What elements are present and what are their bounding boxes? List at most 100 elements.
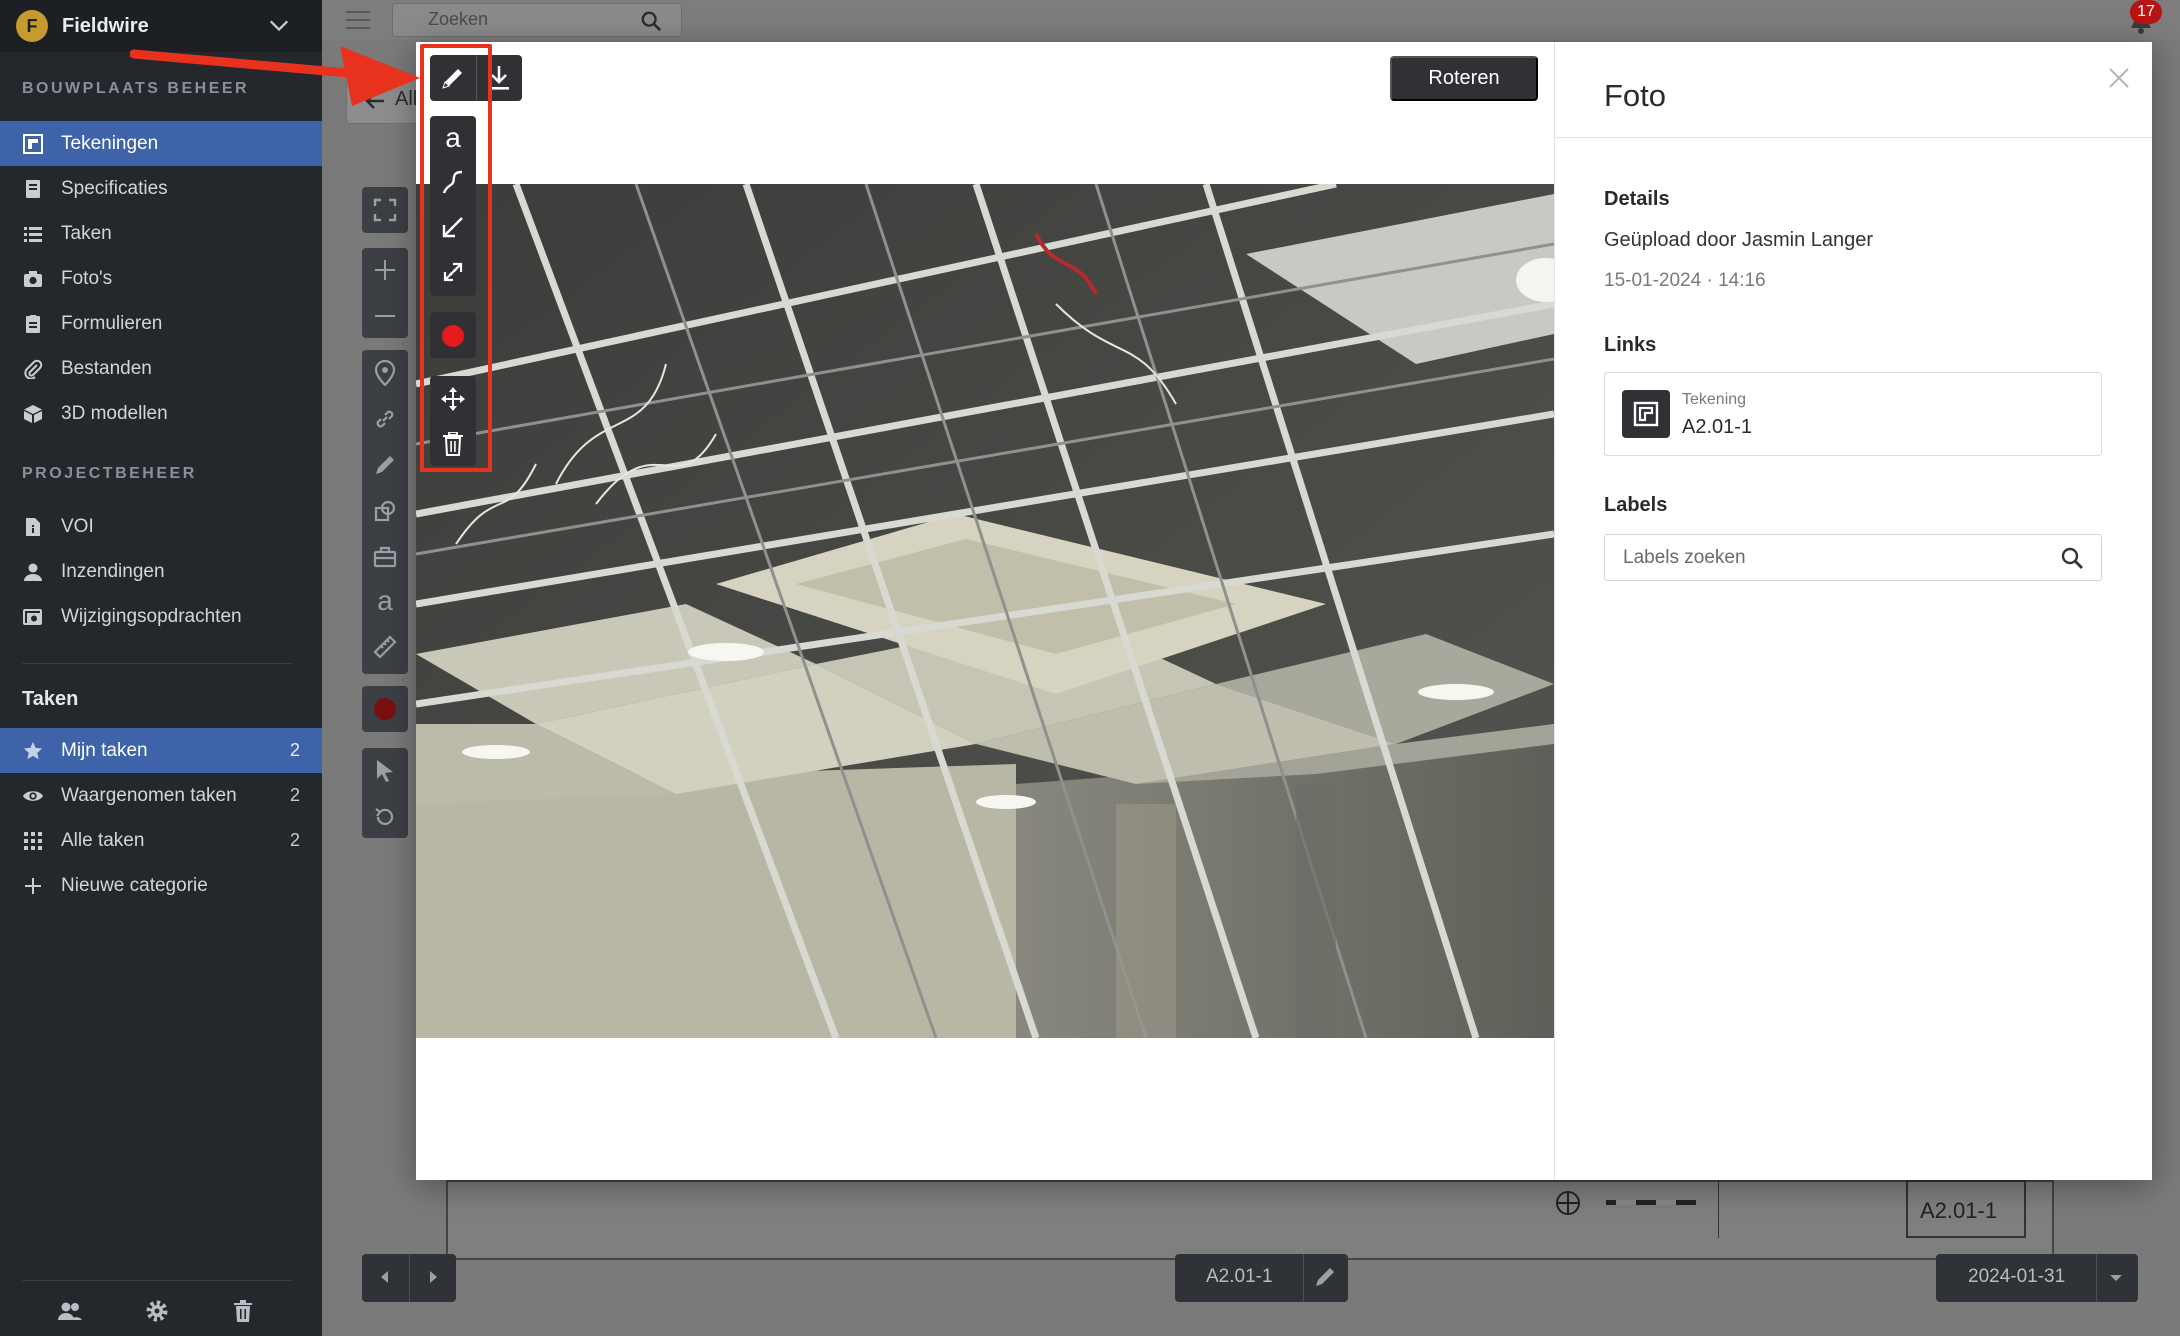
global-search-placeholder: Zoeken bbox=[428, 9, 489, 29]
sidebar-item-label: Alle taken bbox=[61, 829, 145, 851]
drawing-sheet-number: A2.01-1 bbox=[1920, 1198, 1998, 1223]
upload-date-text: 15-01-2024 · 14:16 bbox=[1604, 270, 1766, 291]
paperclip-icon bbox=[22, 358, 44, 380]
task-count: 2 bbox=[289, 785, 300, 805]
drawing-title-block-line bbox=[1718, 1180, 1719, 1238]
sidebar-item-forms[interactable]: Formulieren bbox=[0, 301, 322, 346]
sidebar-item-specifications[interactable]: Specificaties bbox=[0, 166, 322, 211]
cube-icon bbox=[22, 403, 44, 425]
linked-drawing-card[interactable] bbox=[1604, 372, 2102, 456]
link-icon[interactable] bbox=[372, 406, 398, 432]
drawing-sheet-frame bbox=[446, 1180, 2054, 1260]
sheet-selector-label: A2.01-1 bbox=[1206, 1266, 1273, 1287]
text-tool-icon[interactable]: a bbox=[372, 585, 398, 616]
sidebar-item-label: Formulieren bbox=[61, 312, 163, 334]
sidebar-item-tasks[interactable]: Taken bbox=[0, 211, 322, 256]
ruler-icon[interactable] bbox=[372, 634, 398, 660]
annotation-highlight-box bbox=[420, 44, 492, 472]
hamburger-menu-icon[interactable] bbox=[346, 10, 370, 30]
location-pin-icon[interactable] bbox=[372, 360, 398, 386]
red-pointer-arrow bbox=[130, 46, 420, 106]
sidebar-item-3d-models[interactable]: 3D modellen bbox=[0, 391, 322, 436]
star-icon bbox=[22, 740, 44, 762]
users-icon[interactable] bbox=[56, 1297, 84, 1325]
sidebar-item-label: Inzendingen bbox=[61, 560, 165, 582]
sidebar-item-drawings[interactable]: Tekeningen bbox=[0, 121, 322, 166]
panel-divider bbox=[1554, 42, 1555, 1180]
search-icon[interactable] bbox=[640, 10, 662, 32]
search-icon[interactable] bbox=[2060, 546, 2084, 570]
drawing-link-icon bbox=[1622, 390, 1670, 438]
close-icon[interactable] bbox=[2108, 67, 2130, 89]
sidebar-item-label: Foto's bbox=[61, 267, 113, 289]
drawings-icon bbox=[22, 133, 44, 155]
pencil-icon[interactable] bbox=[1313, 1265, 1337, 1289]
document-icon bbox=[22, 516, 44, 538]
fullscreen-icon[interactable] bbox=[372, 197, 398, 223]
sidebar-item-my-tasks[interactable]: Mijn taken 2 bbox=[0, 728, 322, 773]
sheet-selector-separator bbox=[1303, 1254, 1304, 1302]
date-selector-separator bbox=[2096, 1254, 2097, 1302]
sidebar-item-label: Mijn taken bbox=[61, 739, 148, 761]
labels-search-input[interactable] bbox=[1604, 534, 2102, 581]
task-count: 2 bbox=[289, 740, 300, 760]
select-cursor-icon[interactable] bbox=[372, 758, 398, 784]
next-sheet-icon[interactable] bbox=[422, 1266, 444, 1288]
pen-icon[interactable] bbox=[372, 452, 398, 478]
fieldwire-logo: F bbox=[16, 10, 48, 42]
person-icon bbox=[22, 561, 44, 583]
sidebar-item-submittals[interactable]: Inzendingen bbox=[0, 549, 322, 594]
gear-icon[interactable] bbox=[143, 1297, 171, 1325]
color-picker-icon[interactable] bbox=[372, 696, 398, 722]
panel-header-divider bbox=[1555, 137, 2152, 138]
sidebar-item-watched-tasks[interactable]: Waargenomen taken 2 bbox=[0, 773, 322, 818]
links-heading: Links bbox=[1604, 334, 1657, 356]
sidebar-item-label: Nieuwe categorie bbox=[61, 874, 208, 896]
sidebar-item-new-category[interactable]: Nieuwe categorie bbox=[0, 863, 322, 908]
grid-icon bbox=[22, 830, 44, 852]
app-name: Fieldwire bbox=[62, 14, 149, 37]
undo-icon[interactable] bbox=[372, 804, 398, 830]
section-project-management: PROJECTBEHEER bbox=[22, 465, 197, 482]
north-arrow-scale-icon bbox=[1556, 1191, 1696, 1215]
labels-heading: Labels bbox=[1604, 494, 1668, 516]
zoom-in-icon[interactable] bbox=[372, 257, 398, 283]
sidebar-item-label: Taken bbox=[61, 222, 112, 244]
sidebar-item-rfi[interactable]: VOI bbox=[0, 504, 322, 549]
sidebar-item-label: 3D modellen bbox=[61, 402, 168, 424]
sidebar-item-label: Bestanden bbox=[61, 357, 152, 379]
toolbox-icon[interactable] bbox=[372, 544, 398, 570]
sidebar-divider bbox=[22, 663, 292, 664]
sidebar-item-label: VOI bbox=[61, 515, 94, 537]
book-icon bbox=[22, 178, 44, 200]
sidebar-item-label: Tekeningen bbox=[61, 132, 159, 154]
version-date-label: 2024-01-31 bbox=[1968, 1266, 2066, 1287]
notification-badge: 17 bbox=[2130, 0, 2162, 24]
trash-icon[interactable] bbox=[229, 1297, 257, 1325]
sidebar-item-change-orders[interactable]: Wijzigingsopdrachten bbox=[0, 594, 322, 639]
sidebar-item-label: Wijzigingsopdrachten bbox=[61, 605, 242, 627]
sidebar-item-files[interactable]: Bestanden bbox=[0, 346, 322, 391]
panel-title: Foto bbox=[1604, 78, 1667, 113]
change-order-icon bbox=[22, 606, 44, 628]
plus-icon bbox=[22, 875, 44, 897]
previous-sheet-icon[interactable] bbox=[374, 1266, 396, 1288]
link-name-label: A2.01-1 bbox=[1682, 416, 1753, 438]
link-type-label: Tekening bbox=[1682, 391, 1747, 408]
details-heading: Details bbox=[1604, 188, 1670, 210]
chevron-down-icon[interactable] bbox=[268, 14, 290, 36]
camera-icon bbox=[22, 268, 44, 290]
eye-icon bbox=[22, 785, 44, 807]
sidebar-item-photos[interactable]: Foto's bbox=[0, 256, 322, 301]
uploaded-by-text: Geüpload door Jasmin Langer bbox=[1604, 229, 1874, 251]
nav-separator bbox=[409, 1254, 410, 1302]
rotate-button[interactable]: Roteren bbox=[1390, 56, 1538, 101]
photo-image[interactable] bbox=[416, 184, 1554, 1038]
task-count: 2 bbox=[289, 830, 300, 850]
zoom-out-icon[interactable] bbox=[372, 303, 398, 329]
caret-down-icon[interactable] bbox=[2106, 1270, 2126, 1286]
sidebar-item-label: Specificaties bbox=[61, 177, 168, 199]
ceiling-photo-illustration bbox=[416, 184, 1554, 1038]
sidebar-item-all-tasks[interactable]: Alle taken 2 bbox=[0, 818, 322, 863]
shapes-icon[interactable] bbox=[372, 498, 398, 524]
